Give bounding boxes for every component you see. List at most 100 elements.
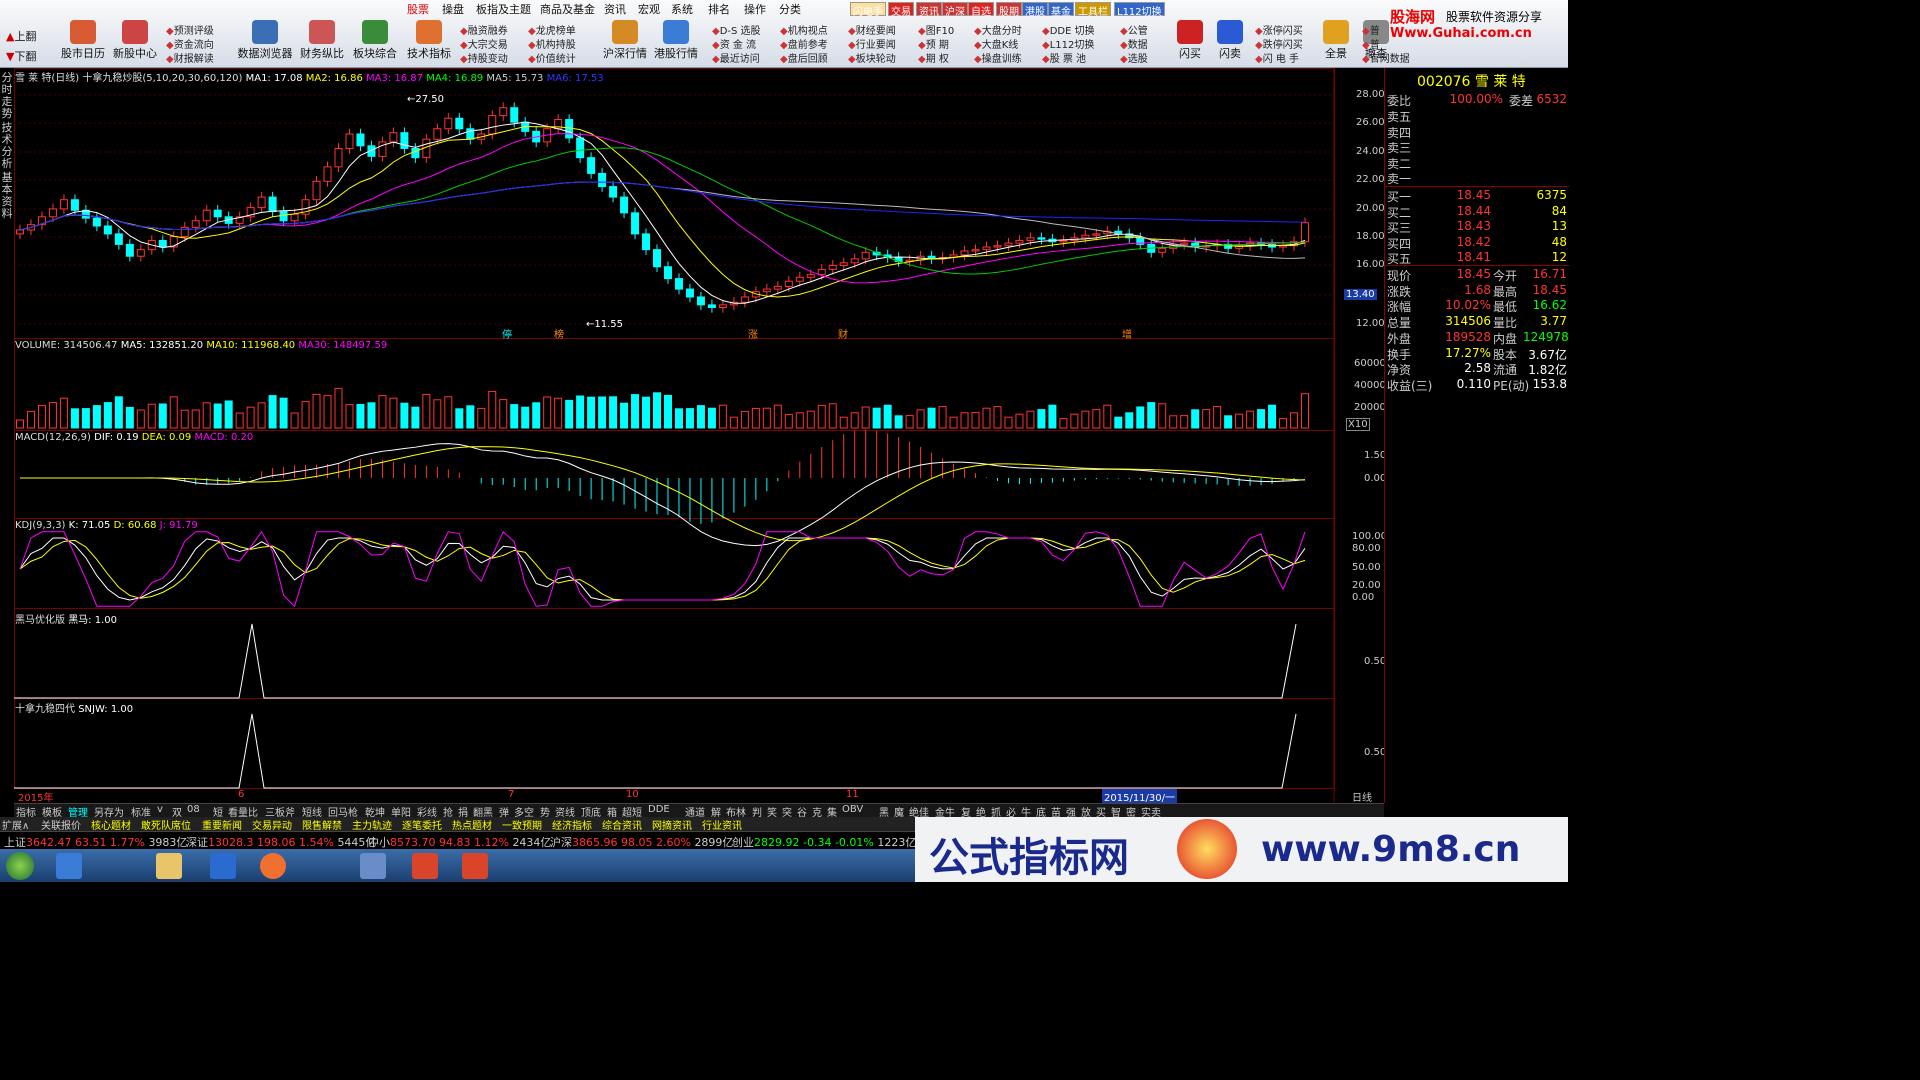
toolbar-button[interactable]: 闪卖 [1210, 18, 1250, 66]
event-marker[interactable]: 增 [1122, 326, 1132, 341]
uc-browser-icon[interactable] [260, 853, 286, 879]
index-item[interactable]: 沪深3865.96 98.05 2.60% 2899亿 [550, 834, 733, 850]
toolbar-link[interactable]: ◆财经要闻 [848, 22, 896, 37]
toolbar-button[interactable]: 全景 [1316, 18, 1356, 66]
toolbar-button[interactable]: 沪深行情 [596, 18, 654, 66]
taskbar-app-icon[interactable] [56, 853, 82, 879]
toolbar-link[interactable]: ◆持股变动 [460, 50, 508, 65]
toolbar-link[interactable]: ◆龙虎榜单 [528, 22, 576, 37]
toolbar-link[interactable]: ◆盘后回顾 [780, 50, 828, 65]
toolbar-link[interactable]: ◆大盘K线 [974, 36, 1018, 51]
info-tab[interactable]: 逐笔委托 [402, 817, 442, 832]
right-tab[interactable]: 股期 [996, 2, 1022, 18]
toolbar-button[interactable]: 财务纵比 [293, 18, 351, 66]
left-tab[interactable]: 分时走势 [1, 72, 13, 120]
info-tab[interactable]: 综合资讯 [602, 817, 642, 832]
toolbar-link[interactable]: ◆股 票 池 [1042, 50, 1086, 65]
indicator-tab[interactable]: OBV [842, 804, 863, 815]
indicator-tab[interactable]: v [157, 804, 163, 815]
index-item[interactable]: 深证13028.3 198.06 1.54% 5445亿 [186, 834, 376, 850]
toolbar-button[interactable]: 新股中心 [106, 18, 164, 66]
toolbar-link[interactable]: ◆板块轮动 [848, 50, 896, 65]
toolbar-link[interactable]: ◆跌停闪买 [1255, 36, 1303, 51]
index-item[interactable]: 创业2829.92 -0.34 -0.01% 1223亿 [732, 834, 916, 850]
info-tab[interactable]: 一致预期 [502, 817, 542, 832]
right-tab[interactable]: 资讯 [916, 2, 942, 18]
page-down-button[interactable]: ▼下翻 [6, 48, 36, 64]
info-tab[interactable]: 限售解禁 [302, 817, 342, 832]
menu-tab[interactable]: 排名 [708, 1, 730, 16]
right-tab[interactable]: 交易 [888, 2, 914, 18]
toolbar-link[interactable]: ◆行业要闻 [848, 36, 896, 51]
toolbar-button[interactable]: 港股行情 [647, 18, 705, 66]
toolbar-link[interactable]: ◆DDE 切换 [1042, 22, 1095, 37]
toolbar-link[interactable]: ◆闪 电 手 [1255, 50, 1299, 65]
right-tab[interactable]: 基金 [1048, 2, 1074, 18]
toolbar-link[interactable]: ◆财报解读 [166, 50, 214, 65]
stock-app-icon[interactable] [412, 853, 438, 879]
toolbar-link[interactable]: ◆图F10 [918, 22, 954, 37]
toolbar-link[interactable]: ◆资金流向 [166, 36, 214, 51]
event-marker[interactable]: 财 [838, 326, 848, 341]
info-tab[interactable]: 核心题材 [91, 817, 131, 832]
left-tab[interactable]: 基本资料 [1, 172, 13, 220]
toolbar-link[interactable]: ◆官网数据 [1362, 50, 1410, 65]
event-marker[interactable]: 涨 [748, 326, 758, 341]
start-button[interactable] [6, 852, 34, 880]
menu-tab[interactable]: 系统 [671, 1, 693, 16]
folder-icon[interactable] [156, 853, 182, 879]
right-tab[interactable]: 工具栏 [1075, 2, 1111, 18]
toolbar-link[interactable]: ◆盘前参考 [780, 36, 828, 51]
toolbar-link[interactable]: ◆资 金 流 [712, 36, 756, 51]
toolbar-link[interactable]: ◆机构持股 [528, 36, 576, 51]
toolbar-link[interactable]: ◆机构视点 [780, 22, 828, 37]
toolbar-link[interactable]: ◆L112切换 [1042, 36, 1094, 51]
info-tab[interactable]: 主力轨迹 [352, 817, 392, 832]
toolbar-link[interactable]: ◆选股 [1120, 50, 1148, 65]
menu-tab[interactable]: 股票 [407, 1, 429, 16]
toolbar-link[interactable]: ◆D-S 选股 [712, 22, 761, 37]
indicator-tab[interactable]: 08 [187, 804, 200, 815]
info-tab[interactable]: 扩展∧ [2, 817, 29, 832]
toolbar-link[interactable]: ◆数据 [1120, 36, 1148, 51]
menu-tab[interactable]: 板指及主题 [476, 1, 531, 16]
right-tab[interactable]: L112切换 [1114, 2, 1165, 18]
app-icon[interactable] [360, 853, 386, 879]
menu-tab[interactable]: 宏观 [638, 1, 660, 16]
info-tab[interactable]: 经济指标 [552, 817, 592, 832]
toolbar-button[interactable]: 技术指标 [400, 18, 458, 66]
stock-app-icon-2[interactable] [462, 853, 488, 879]
page-up-button[interactable]: ▲上翻 [6, 28, 36, 44]
toolbar-link[interactable]: ◆涨停闪买 [1255, 22, 1303, 37]
toolbar-button[interactable]: 闪买 [1170, 18, 1210, 66]
toolbar-button[interactable]: 股市日历 [54, 18, 112, 66]
toolbar-link[interactable]: ◆最近访问 [712, 50, 760, 65]
right-tab[interactable]: 自选 [968, 2, 994, 18]
info-tab[interactable]: 敢死队席位 [141, 817, 191, 832]
toolbar-link[interactable]: ◆预 期 [918, 36, 949, 51]
info-tab[interactable]: 重要新闻 [202, 817, 242, 832]
right-tab[interactable]: 沪深 [942, 2, 968, 18]
info-tab[interactable]: 交易异动 [252, 817, 292, 832]
toolbar-link[interactable]: ◆普 [1362, 36, 1380, 51]
word-icon[interactable] [210, 853, 236, 879]
toolbar-link[interactable]: ◆价值统计 [528, 50, 576, 65]
menu-tab[interactable]: 操盘 [442, 1, 464, 16]
toolbar-link[interactable]: ◆大盘分时 [974, 22, 1022, 37]
menu-tab[interactable]: 资讯 [604, 1, 626, 16]
event-marker[interactable]: 停 [502, 326, 512, 341]
right-tab[interactable]: 港股 [1022, 2, 1048, 18]
info-tab[interactable]: 网摘资讯 [652, 817, 692, 832]
index-item[interactable]: 上证3642.47 63.51 1.77% 3983亿 [4, 834, 187, 850]
left-tab[interactable]: 技术分析 [1, 122, 13, 170]
menu-tab[interactable]: 商品及基金 [540, 1, 595, 16]
index-item[interactable]: 中小8573.70 94.83 1.12% 2434亿 [368, 834, 551, 850]
info-tab[interactable]: 关联报价 [41, 817, 81, 832]
toolbar-link[interactable]: ◆融资融券 [460, 22, 508, 37]
toolbar-link[interactable]: ◆操盘训练 [974, 50, 1022, 65]
toolbar-button[interactable]: 数据浏览器 [236, 18, 294, 66]
menu-tab[interactable]: 操作 [744, 1, 766, 16]
right-tab[interactable]: 闪电手 [850, 2, 886, 18]
toolbar-link[interactable]: ◆公管 [1120, 22, 1148, 37]
info-tab[interactable]: 热点题材 [452, 817, 492, 832]
